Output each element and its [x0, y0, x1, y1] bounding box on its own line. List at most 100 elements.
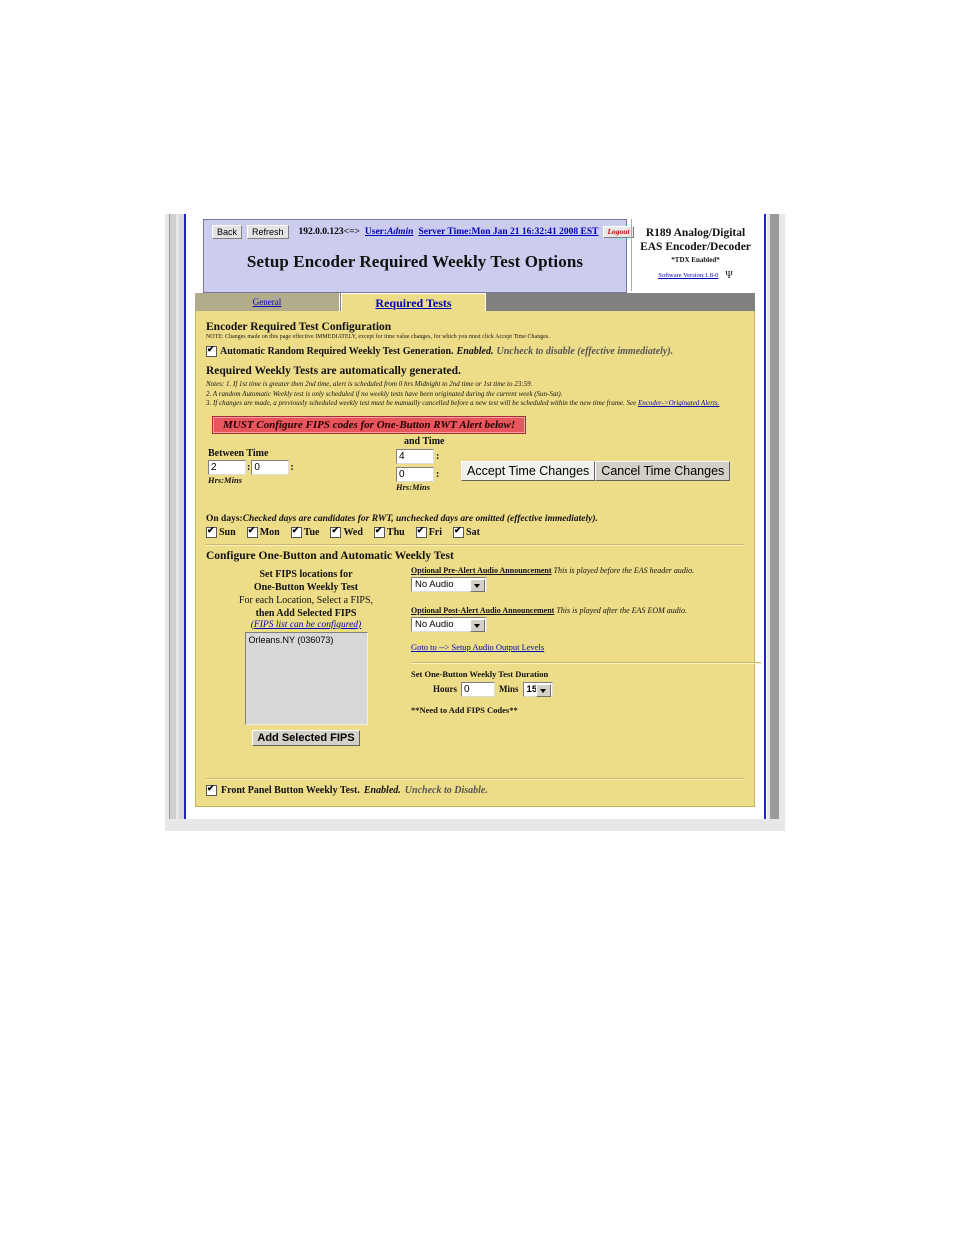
fips-warning-banner: MUST Configure FIPS codes for One-Button…	[212, 415, 527, 434]
note-2: 2. A random Automatic Weekly test is onl…	[206, 389, 563, 398]
day-mon[interactable]: Mon	[246, 525, 280, 538]
day-thu-checkbox[interactable]	[373, 525, 385, 538]
accept-time-changes-button[interactable]: Accept Time Changes	[461, 460, 596, 481]
navigation-toolbar: Back Refresh 192.0.0.123<=> User:Admin S…	[204, 220, 634, 242]
between-time-inputs: : :	[208, 459, 294, 475]
fips-list-config-link[interactable]: (FIPS list can be configured)	[206, 620, 406, 630]
chevron-down-icon-2[interactable]	[470, 618, 485, 632]
cancel-time-changes-button[interactable]: Cancel Time Changes	[595, 460, 731, 481]
day-sat-checkbox[interactable]	[453, 525, 465, 538]
day-tue[interactable]: Tue	[290, 525, 319, 538]
and-time-group: and Time : : Hrs:Mins	[396, 436, 444, 492]
trident-logo-icon: Ψ	[725, 270, 733, 281]
note-3: 3. If changes are made, a previously sch…	[206, 399, 744, 409]
front-panel-label: Front Panel Button Weekly Test.	[221, 785, 360, 796]
post-alert-row: Optional Post-Alert Audio Announcement T…	[411, 606, 761, 615]
day-fri[interactable]: Fri	[415, 525, 442, 538]
software-version-link[interactable]: Software Version:1.8-0	[658, 272, 718, 279]
on-days-label: On days:	[206, 513, 243, 524]
fips-title-line1: Set FIPS locations for	[259, 568, 353, 580]
front-panel-state: Enabled.	[363, 785, 401, 796]
time-configuration-row: Between Time : : Hrs:Mins and Time :	[206, 436, 744, 512]
auto-rwt-checkbox[interactable]	[206, 344, 217, 357]
back-button[interactable]: Back	[212, 225, 243, 239]
front-panel-weekly-test-row: Front Panel Button Weekly Test. Enabled.…	[206, 783, 488, 796]
day-sat-label: Sat	[466, 526, 480, 538]
time-buttons-group: Accept Time Changes Cancel Time Changes	[461, 460, 731, 481]
start-mins-input[interactable]	[251, 459, 290, 475]
tab-strip: General Required Tests	[195, 293, 755, 312]
fips-title-line4: then Add Selected FIPS	[255, 607, 357, 619]
between-time-group: Between Time : : Hrs:Mins	[208, 448, 294, 485]
and-hrs-mins-label: Hrs:Mins	[396, 481, 431, 492]
start-hours-input[interactable]	[208, 459, 246, 475]
day-fri-checkbox[interactable]	[415, 525, 427, 538]
server-time-link[interactable]: Server Time:Mon Jan 21 16:32:41 2008 EST	[418, 227, 598, 237]
day-wed[interactable]: Wed	[330, 525, 363, 538]
originated-alerts-link[interactable]: Encoder->Originated Alerts.	[638, 399, 719, 407]
refresh-button[interactable]: Refresh	[247, 225, 289, 239]
pre-alert-audio-value: No Audio	[415, 578, 454, 590]
fips-title-line3: For each Location, Select a FIPS,	[238, 594, 374, 606]
on-days-hint: Checked days are candidates for RWT, unc…	[242, 513, 598, 524]
device-ip-address: 192.0.0.123<=>	[298, 227, 360, 237]
one-button-config-panel: Configure One-Button and Automatic Weekl…	[206, 549, 761, 772]
document-border-right	[764, 214, 766, 819]
required-tests-form: Encoder Required Test Configuration NOTE…	[195, 311, 761, 807]
document-body: Back Refresh 192.0.0.123<=> User:Admin S…	[187, 214, 763, 814]
fips-title-line2: One-Button Weekly Test	[253, 581, 359, 593]
logout-button[interactable]: Logout	[603, 226, 634, 238]
day-sun-checkbox[interactable]	[206, 525, 217, 538]
between-time-label: Between Time	[208, 447, 269, 459]
day-mon-label: Mon	[259, 526, 280, 538]
day-sat[interactable]: Sat	[453, 525, 480, 538]
divider-above-front-panel	[206, 778, 744, 780]
day-sun[interactable]: Sun	[206, 525, 236, 538]
note-3-text: 3. If changes are made, a previously sch…	[206, 399, 638, 407]
time-colon-4: :	[436, 468, 440, 480]
day-wed-checkbox[interactable]	[330, 525, 342, 538]
duration-mins-select[interactable]: 15	[522, 681, 553, 697]
and-time-label: and Time	[404, 435, 445, 447]
day-tue-checkbox[interactable]	[290, 525, 302, 538]
day-mon-checkbox[interactable]	[246, 525, 258, 538]
post-alert-audio-select[interactable]: No Audio	[411, 616, 487, 632]
product-subtitle: *TDX Enabled*	[671, 256, 720, 264]
end-hours-input[interactable]	[396, 448, 434, 464]
duration-controls-row: Hours Mins 15	[433, 681, 761, 697]
time-colon-3: :	[436, 450, 440, 462]
end-mins-input[interactable]	[396, 466, 434, 482]
divider-above-one-button	[206, 543, 744, 546]
fips-location-listbox[interactable]: Orleans.NY (036073)	[244, 631, 368, 725]
product-version-row: Software Version:1.8-0 Ψ	[632, 264, 759, 282]
add-selected-fips-button[interactable]: Add Selected FIPS	[252, 729, 360, 746]
document-border-left	[184, 214, 186, 819]
day-thu[interactable]: Thu	[373, 525, 405, 538]
scrollbar-track-right[interactable]	[770, 214, 779, 831]
chevron-down-icon-3[interactable]	[535, 683, 551, 697]
need-fips-note: **Need to Add FIPS Codes**	[411, 704, 518, 715]
page-title: Setup Encoder Required Weekly Test Optio…	[246, 252, 584, 271]
one-button-heading: Configure One-Button and Automatic Weekl…	[206, 549, 454, 562]
end-hours-row: :	[396, 448, 444, 464]
front-panel-checkbox[interactable]	[206, 783, 217, 796]
product-name-line2: EAS Encoder/Decoder	[640, 241, 751, 253]
chevron-down-icon[interactable]	[470, 578, 485, 592]
tab-general[interactable]: General	[195, 293, 340, 311]
front-panel-hint: Uncheck to Disable.	[404, 785, 488, 796]
auto-rwt-hint: Uncheck to disable (effective immediatel…	[496, 346, 674, 357]
setup-audio-output-levels-link[interactable]: Goto to --> Setup Audio Output Levels	[411, 642, 544, 652]
tab-required-tests[interactable]: Required Tests	[341, 293, 486, 311]
duration-hours-input[interactable]	[461, 681, 496, 697]
user-link[interactable]: User:Admin	[365, 227, 414, 237]
day-wed-label: Wed	[343, 526, 363, 538]
frame-rail-outer-right	[779, 214, 785, 831]
pre-alert-description: This is played before the EAS header aud…	[553, 565, 695, 575]
fips-list-item[interactable]: Orleans.NY (036073)	[249, 634, 367, 646]
encoder-config-heading: Encoder Required Test Configuration	[206, 321, 392, 333]
pre-alert-audio-select[interactable]: No Audio	[411, 576, 487, 592]
hours-label: Hours	[433, 684, 458, 694]
audio-levels-row: Goto to --> Setup Audio Output Levels	[411, 637, 761, 655]
pre-alert-label: Optional Pre-Alert Audio Announcement	[411, 565, 552, 575]
frame-rail-bottom	[165, 819, 785, 831]
